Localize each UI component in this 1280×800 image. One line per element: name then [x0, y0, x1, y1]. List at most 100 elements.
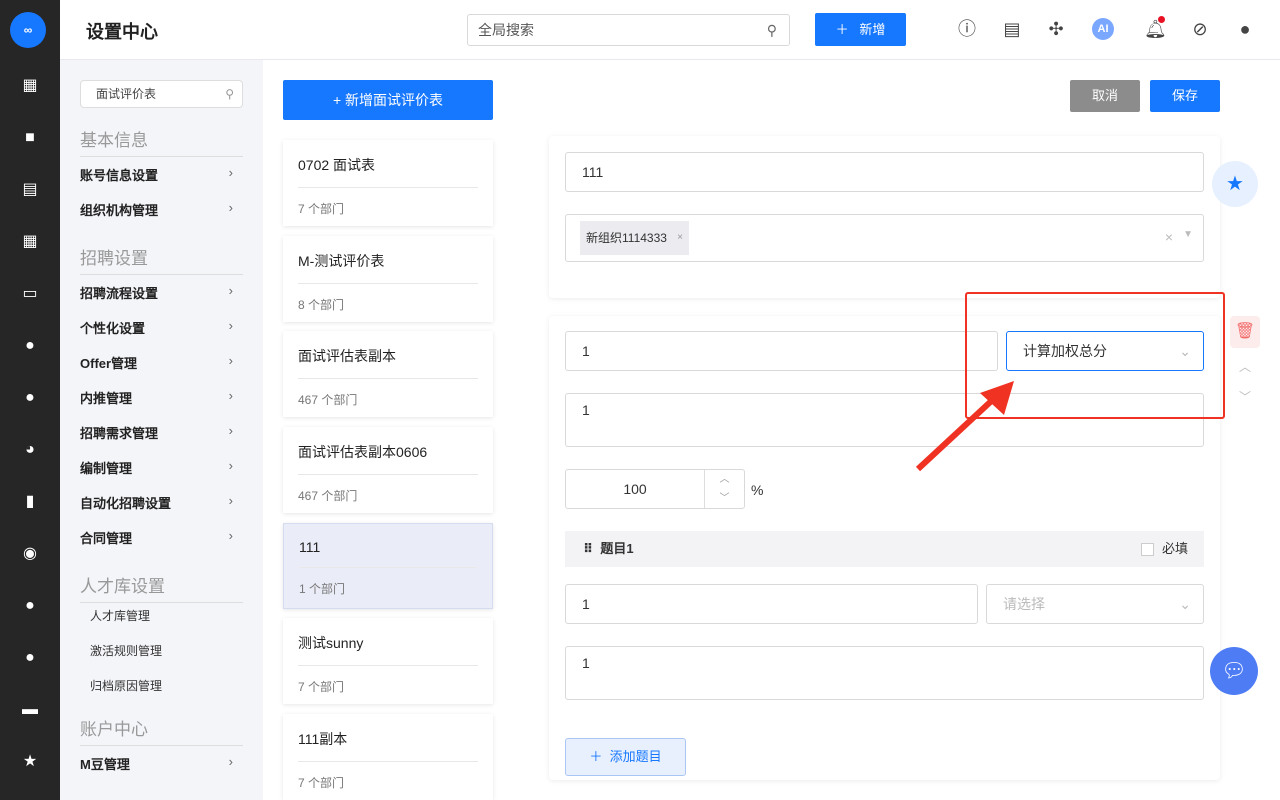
form-depts: 7 个部门 [298, 776, 345, 790]
star-icon[interactable]: ★ [20, 752, 40, 772]
form-name-input[interactable]: 111 [565, 152, 1204, 192]
chevron-right-icon: › [228, 165, 233, 180]
favorite-float-icon[interactable]: ★ [1212, 161, 1258, 207]
question-title: 题目1 [600, 541, 634, 556]
menu-label: 合同管理 [80, 531, 133, 546]
question-desc-textarea[interactable]: 1 [565, 646, 1204, 700]
user-avatar-icon[interactable]: ● [1234, 18, 1256, 40]
thumbs-up-icon[interactable]: ● [20, 388, 40, 408]
user-settings-icon[interactable]: ● [20, 648, 40, 668]
submenu-item[interactable]: 归档原因管理 [90, 677, 162, 694]
chevron-right-icon: › [228, 528, 233, 543]
form-depts: 467 个部门 [298, 393, 358, 407]
menu-item[interactable]: 招聘流程设置 › [80, 283, 243, 302]
form-depts: 1 个部门 [299, 582, 346, 596]
form-card[interactable]: 测试sunny 7 个部门 [283, 618, 493, 704]
nav-rail: ∞ ▦ ■ ▤ ▦ ▭ ● ● ◕ ▮ ◉ ● ● ▬ ★ [0, 0, 60, 800]
ai-icon[interactable]: AI [1092, 18, 1114, 40]
help-icon[interactable]: ⓘ [956, 18, 978, 40]
tag-close-icon[interactable]: × [677, 221, 683, 255]
weight-stepper[interactable]: 100 ︿ ﹀ [565, 469, 745, 509]
department-select[interactable]: 新组织1114333 × × ▼ [565, 214, 1204, 262]
global-search-input[interactable]: 全局搜索 ⚲ [467, 14, 790, 46]
chevron-down-icon: ⌄ [1179, 596, 1191, 612]
cancel-button[interactable]: 取消 [1070, 80, 1140, 112]
document-icon[interactable]: ▤ [20, 180, 40, 200]
menu-item[interactable]: 账号信息设置 › [80, 165, 243, 184]
dimension-name-input[interactable]: 1 [565, 331, 998, 371]
section-title: 账户中心 [80, 715, 243, 746]
menu-item[interactable]: 组织机构管理 › [80, 200, 243, 219]
menu-label: 内推管理 [80, 391, 133, 406]
form-card-selected[interactable]: 111 1 个部门 [283, 523, 493, 609]
chat-float-icon[interactable]: 💬︎ [1210, 647, 1258, 695]
form-depts: 467 个部门 [298, 489, 358, 503]
pie-chart-icon[interactable]: ◕ [20, 440, 40, 460]
menu-label: 自动化招聘设置 [80, 496, 172, 511]
menu-label: M豆管理 [80, 757, 130, 772]
briefcase-icon[interactable]: ■ [20, 128, 40, 148]
menu-item[interactable]: M豆管理 › [80, 754, 243, 773]
submenu-item[interactable]: 激活规则管理 [90, 642, 162, 659]
form-name: 测试sunny [298, 618, 478, 666]
wechat-icon[interactable]: ● [20, 336, 40, 356]
menu-item[interactable]: Offer管理 › [80, 353, 243, 372]
move-up-icon[interactable]: ︿ [1233, 358, 1257, 382]
menu-item[interactable]: 自动化招聘设置 › [80, 493, 243, 512]
delete-icon[interactable]: 🗑︎ [1230, 316, 1260, 348]
add-form-button[interactable]: + 新增面试评价表 [283, 80, 493, 120]
submenu-item[interactable]: 人才库管理 [90, 607, 150, 624]
calendar-icon[interactable]: ▦ [20, 232, 40, 252]
dashboard-icon[interactable]: ▦ [20, 76, 40, 96]
annotation-arrow-icon [915, 381, 1014, 472]
chevron-right-icon: › [228, 388, 233, 403]
form-card[interactable]: M-测试评价表 8 个部门 [283, 236, 493, 322]
plugin-icon[interactable]: ✣ [1045, 18, 1067, 40]
chevron-right-icon: › [228, 493, 233, 508]
form-card[interactable]: 面试评估表副本0606 467 个部门 [283, 427, 493, 513]
save-button[interactable]: 保存 [1150, 80, 1220, 112]
form-name: M-测试评价表 [298, 236, 478, 284]
menu-item[interactable]: 合同管理 › [80, 528, 243, 547]
required-checkbox[interactable]: 必填 [1140, 531, 1188, 567]
drag-handle-icon[interactable]: ⠿ [583, 541, 593, 556]
form-depts: 7 个部门 [298, 680, 345, 694]
message-icon[interactable]: ▬ [20, 700, 40, 720]
chevron-right-icon: › [228, 283, 233, 298]
notification-bell-icon[interactable]: 🔔︎ [1144, 16, 1167, 40]
menu-item[interactable]: 编制管理 › [80, 458, 243, 477]
menu-item[interactable]: 内推管理 › [80, 388, 243, 407]
menu-item[interactable]: 招聘需求管理 › [80, 423, 243, 442]
chevron-right-icon: › [228, 754, 233, 769]
section-title: 基本信息 [80, 126, 243, 157]
required-label: 必填 [1161, 541, 1188, 556]
chevron-right-icon: › [228, 423, 233, 438]
clear-icon[interactable]: × [1165, 229, 1173, 245]
users-icon[interactable]: ● [20, 596, 40, 616]
move-down-icon[interactable]: ﹀ [1233, 388, 1257, 412]
percent-label: % [751, 482, 764, 498]
form-card[interactable]: 0702 面试表 7 个部门 [283, 140, 493, 226]
form-name: 111副本 [298, 714, 478, 762]
stepper-arrows-icon[interactable]: ︿ ﹀ [704, 470, 744, 508]
add-question-label: 添加题目 [609, 749, 662, 764]
app-logo[interactable]: ∞ [10, 12, 46, 48]
id-card-icon[interactable]: ▭ [20, 284, 40, 304]
form-card[interactable]: 面试评估表副本 467 个部门 [283, 331, 493, 417]
talent-icon[interactable]: ◉ [20, 544, 40, 564]
menu-item[interactable]: 个性化设置 › [80, 318, 243, 337]
bar-chart-icon[interactable]: ▮ [20, 492, 40, 512]
settings-search-input[interactable]: 面试评价表 ⚲ [80, 80, 243, 108]
link-icon[interactable]: ⊘ [1189, 18, 1211, 40]
question-name-input[interactable]: 1 [565, 584, 978, 624]
form-card[interactable]: 111副本 7 个部门 [283, 714, 493, 800]
new-button[interactable]: ＋ 新增 [815, 13, 906, 46]
form-name: 111 [299, 524, 477, 568]
chevron-right-icon: › [228, 353, 233, 368]
tag-label: 新组织1114333 [586, 231, 667, 245]
chevron-right-icon: › [228, 318, 233, 333]
docs-icon[interactable]: ▤ [1001, 18, 1023, 40]
section-title: 人才库设置 [80, 572, 243, 603]
add-question-button[interactable]: ＋ 添加题目 [565, 738, 686, 776]
question-type-select[interactable]: 请选择 ⌄ [986, 584, 1204, 624]
